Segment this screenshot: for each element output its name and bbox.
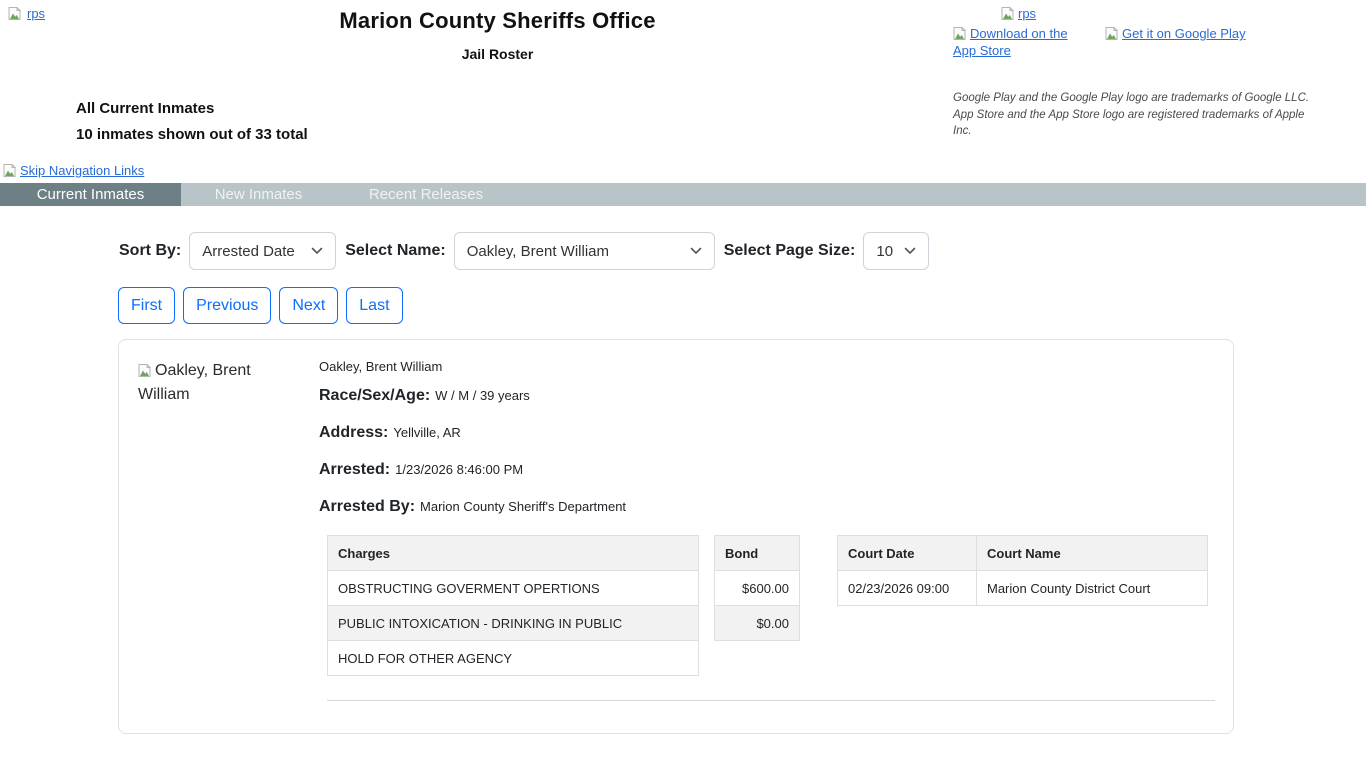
table-row: $0.00 [714,605,800,641]
main-nav: Current Inmates New Inmates Recent Relea… [0,183,1366,206]
app-links-block: rps Download on the App Store Get it on … [953,6,1313,140]
table-row: PUBLIC INTOXICATION - DRINKING IN PUBLIC [327,605,699,641]
bond-cell: $0.00 [714,605,800,641]
address-label: Address: [319,424,389,441]
chevron-down-icon [680,247,702,255]
broken-image-icon [8,6,23,20]
app-store-link[interactable]: Download on the App Store [953,26,1068,58]
race-sex-age-label: Race/Sex/Age: [319,387,431,404]
inmate-name: Oakley, Brent William [319,359,443,374]
address-value: Yellville, AR [393,425,461,440]
address-line: Address: Yellville, AR [319,424,1215,442]
bond-cell: $600.00 [714,570,800,606]
table-row: HOLD FOR OTHER AGENCY [327,640,699,676]
last-page-button[interactable]: Last [346,287,403,324]
table-row: 02/23/2026 09:00 Marion County District … [837,570,1208,606]
google-play-link[interactable]: Get it on Google Play [1105,26,1246,41]
tab-new-inmates[interactable]: New Inmates [181,183,336,206]
court-date-header: Court Date [837,535,977,571]
rps-logo-link[interactable]: rps [8,6,45,21]
app-store-link-label: Download on the App Store [953,26,1068,58]
sort-by-value: Arrested Date [202,242,295,260]
page-header: rps Marion County Sheriffs Office Jail R… [0,0,1366,160]
broken-image-icon [1105,26,1120,40]
trademark-text: Google Play and the Google Play logo are… [953,90,1313,140]
race-sex-age-value: W / M / 39 years [435,388,530,403]
inmate-photo-alt-text: Oakley, Brent William [138,362,251,403]
bond-header: Bond [714,535,800,571]
inmate-photo-broken: Oakley, Brent William [138,359,263,407]
rps-link-label: rps [1018,6,1037,21]
select-name-select[interactable]: Oakley, Brent William [453,232,715,270]
next-page-button[interactable]: Next [279,287,339,324]
chevron-down-icon [894,247,916,255]
roster-count: 10 inmates shown out of 33 total [76,126,308,143]
charges-table: Charges OBSTRUCTING GOVERMENT OPERTIONS … [327,535,699,676]
court-table: Court Date Court Name 02/23/2026 09:00 M… [837,535,1208,606]
skip-navigation-label: Skip Navigation Links [20,162,145,178]
pagination: First Previous Next Last [118,287,1366,324]
first-page-button[interactable]: First [118,287,176,324]
chevron-down-icon [301,247,323,255]
arrested-by-label: Arrested By: [319,498,416,515]
race-sex-age-line: Race/Sex/Age: W / M / 39 years [319,387,1215,405]
previous-page-button[interactable]: Previous [183,287,272,324]
inmate-photo-column: Oakley, Brent William [138,359,319,715]
sort-by-label: Sort By: [119,242,182,259]
page-title: Marion County Sheriffs Office [339,8,656,33]
arrested-value: 1/23/2026 8:46:00 PM [395,462,524,477]
charges-tables-row: Charges OBSTRUCTING GOVERMENT OPERTIONS … [327,535,1215,676]
charge-cell: PUBLIC INTOXICATION - DRINKING IN PUBLIC [327,605,699,641]
roster-title: All Current Inmates [76,100,215,117]
page-size-value: 10 [876,242,894,260]
title-block: Marion County Sheriffs Office Jail Roste… [325,8,670,62]
google-play-link-label: Get it on Google Play [1122,26,1246,41]
trademark-line-google: Google Play and the Google Play logo are… [953,92,1310,104]
roster-info: All Current Inmates 10 inmates shown out… [76,100,308,152]
page-size-label: Select Page Size: [723,242,856,259]
broken-image-icon [3,162,18,177]
charge-cell: OBSTRUCTING GOVERMENT OPERTIONS [327,570,699,606]
page-size-select[interactable]: 10 [863,232,930,270]
select-name-label: Select Name: [345,242,446,259]
skip-navigation-link[interactable]: Skip Navigation Links [3,163,144,178]
court-name-cell: Marion County District Court [976,570,1208,606]
arrested-by-line: Arrested By: Marion County Sheriff's Depa… [319,498,1215,516]
tab-recent-releases[interactable]: Recent Releases [336,183,516,206]
trademark-line-apple: App Store and the App Store logo are reg… [953,108,1305,138]
rps-logo-label: rps [27,6,46,21]
tab-current-inmates[interactable]: Current Inmates [0,183,181,206]
broken-image-icon [1001,6,1016,20]
court-date-cell: 02/23/2026 09:00 [837,570,977,606]
arrested-by-value: Marion County Sheriff's Department [420,499,627,514]
select-name-value: Oakley, Brent William [466,242,609,260]
arrested-line: Arrested: 1/23/2026 8:46:00 PM [319,461,1215,479]
filter-row: Sort By: Arrested Date Select Name: Oakl… [118,232,1366,270]
court-name-header: Court Name [976,535,1208,571]
broken-image-icon [953,26,968,40]
broken-image-icon [138,363,153,377]
charge-cell: HOLD FOR OTHER AGENCY [327,640,699,676]
table-row: $600.00 [714,570,800,606]
rps-link-top-right[interactable]: rps [1001,6,1036,21]
table-row: OBSTRUCTING GOVERMENT OPERTIONS [327,570,699,606]
inmate-details: Oakley, Brent William Race/Sex/Age: W / M… [319,359,1215,715]
sort-by-select[interactable]: Arrested Date [189,232,337,270]
arrested-label: Arrested: [319,461,391,478]
page-subtitle: Jail Roster [461,46,534,62]
bond-table: Bond $600.00 $0.00 [714,535,800,641]
main-content: Sort By: Arrested Date Select Name: Oakl… [0,232,1366,734]
inmate-card: Oakley, Brent William Oakley, Brent Will… [118,339,1234,734]
charges-header: Charges [327,535,699,571]
